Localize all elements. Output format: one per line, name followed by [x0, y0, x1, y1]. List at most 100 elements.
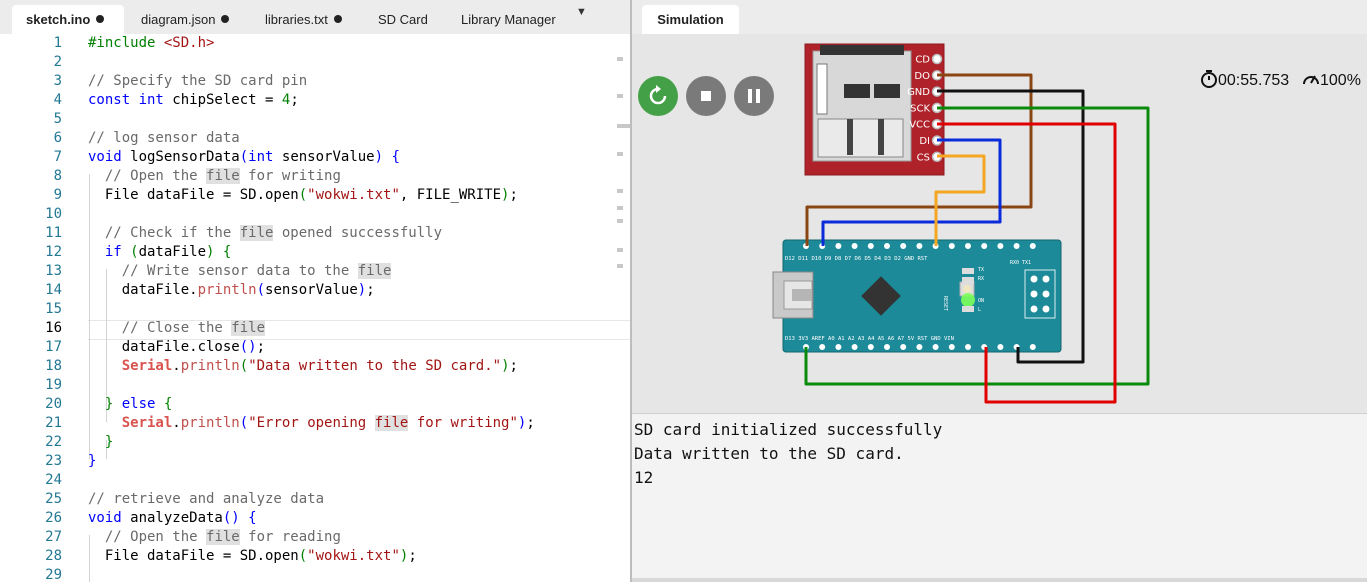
nano-bottom-pin[interactable] [835, 344, 842, 350]
tab-diagram-json[interactable]: diagram.json [141, 5, 241, 34]
nano-top-pin[interactable] [835, 243, 842, 249]
nano-bottom-pin[interactable] [916, 344, 923, 350]
sd-pin-label: GND [907, 87, 930, 98]
simulation-timer: 00:55.753 [1200, 70, 1289, 90]
stop-button[interactable] [686, 76, 726, 116]
serial-line: Data written to the SD card. [634, 444, 904, 463]
nano-led-label-tx: TX [978, 267, 984, 273]
overview-ruler-mark [617, 206, 623, 210]
code-line: 28 File dataFile = SD.open("wokwi.txt"); [0, 547, 630, 566]
nano-bottom-pin[interactable] [997, 344, 1004, 350]
line-number: 22 [45, 434, 62, 450]
nano-serial-pin-labels: RX0 TX1 [1010, 260, 1031, 266]
code-line: 3 // Specify the SD card pin [0, 72, 630, 91]
tab-label: diagram.json [141, 12, 216, 27]
tab-simulation[interactable]: Simulation [642, 5, 739, 34]
tab-libraries-txt[interactable]: libraries.txt [265, 5, 355, 34]
sd-pin-label: VCC [909, 120, 930, 131]
nano-top-pin[interactable] [948, 243, 955, 249]
nano-bottom-pin-labels: D13 3V3 AREF A0 A1 A2 A3 A4 A5 A6 A7 5V … [785, 336, 954, 342]
tab-sd-card[interactable]: SD Card [378, 5, 438, 34]
code-line: 24 [0, 471, 630, 490]
code-line: 2 [0, 53, 630, 72]
overview-ruler-mark [617, 219, 623, 223]
code-line: 12 if (dataFile) { [0, 243, 630, 262]
line-number: 24 [45, 472, 62, 488]
tab-sketch-ino[interactable]: sketch.ino [12, 5, 124, 34]
line-number: 29 [45, 567, 62, 582]
overview-ruler-mark [617, 264, 623, 268]
nano-bottom-pin[interactable] [948, 344, 955, 350]
line-number: 14 [45, 282, 62, 298]
line-number: 3 [53, 73, 62, 89]
nano-bottom-pin[interactable] [900, 344, 907, 350]
nano-top-pin[interactable] [981, 243, 988, 249]
line-number: 27 [45, 529, 62, 545]
line-text: // Check if the file opened successfully [88, 225, 443, 241]
line-text: } [88, 434, 114, 450]
stop-icon [701, 91, 711, 101]
sd-pin-hole[interactable] [931, 53, 943, 65]
code-line: 22 } [0, 433, 630, 452]
nano-bottom-header [803, 344, 1036, 350]
tab-dropdown-chevron-icon[interactable]: ▼ [576, 6, 587, 18]
nano-bottom-pin[interactable] [1029, 344, 1036, 350]
code-line: 10 [0, 205, 630, 224]
nano-top-pin[interactable] [965, 243, 971, 249]
code-line: 18 Serial.println("Data written to the S… [0, 357, 630, 376]
nano-top-pin[interactable] [1029, 243, 1036, 249]
overview-ruler-mark [617, 248, 623, 252]
line-text: void analyzeData() { [88, 510, 257, 526]
nano-top-pin[interactable] [900, 243, 907, 249]
nano-bottom-pin[interactable] [932, 344, 939, 350]
nano-led-label-on: ON [978, 298, 984, 304]
nano-bottom-pin[interactable] [965, 344, 971, 350]
line-text: } else { [88, 396, 173, 412]
nano-led-label-rx: RX [978, 276, 984, 282]
arduino-nano-board[interactable]: D12 D11 D10 D9 D8 D7 D6 D5 D4 D3 D2 GND … [772, 239, 1062, 353]
line-number: 11 [45, 225, 62, 241]
serial-line: SD card initialized successfully [634, 420, 943, 439]
line-text: if (dataFile) { [88, 244, 232, 260]
line-text: // Close the file [88, 320, 266, 336]
code-line: 15 [0, 300, 630, 319]
tab-label: Library Manager [461, 12, 556, 27]
pause-icon [748, 89, 760, 103]
code-line-current: 16 // Close the file [0, 319, 630, 338]
line-text: // Write sensor data to the file [88, 263, 392, 279]
overview-ruler-mark [617, 124, 630, 128]
nano-bottom-pin[interactable] [851, 344, 858, 350]
restart-button[interactable] [638, 76, 678, 116]
serial-monitor[interactable]: SD card initialized successfully Data wr… [632, 413, 1367, 582]
tab-library-manager[interactable]: Library Manager [461, 5, 571, 34]
code-line: 21 Serial.println("Error opening file fo… [0, 414, 630, 433]
line-number: 15 [45, 301, 62, 317]
unsaved-dot-icon [333, 15, 342, 23]
nano-top-header [803, 243, 1036, 249]
nano-bottom-pin[interactable] [884, 344, 890, 350]
nano-top-pin[interactable] [867, 243, 874, 249]
line-number: 25 [45, 491, 62, 507]
overview-ruler-mark [617, 189, 623, 193]
pause-button[interactable] [734, 76, 774, 116]
line-number: 21 [45, 415, 62, 431]
line-number: 7 [53, 149, 62, 165]
simulation-tab-bar: Simulation [632, 0, 1367, 34]
code-line: 20 } else { [0, 395, 630, 414]
tab-label: libraries.txt [265, 12, 328, 27]
nano-top-pin[interactable] [997, 243, 1004, 249]
code-area[interactable]: 1 #include <SD.h> 2 3 // Specify the SD ca… [0, 34, 630, 582]
nano-top-pin[interactable] [851, 243, 858, 249]
sd-card-module[interactable]: CD DO GND SCK VCC DI CS [804, 43, 945, 176]
nano-bottom-pin[interactable] [819, 344, 826, 350]
nano-top-pin[interactable] [1013, 243, 1020, 249]
simulation-canvas[interactable]: CD DO GND SCK VCC DI CS D12 D11 D10 D9 D8 [632, 34, 1367, 413]
timer-value: 00:55.753 [1218, 72, 1290, 89]
code-line: 17 dataFile.close(); [0, 338, 630, 357]
code-line: 25 // retrieve and analyze data [0, 490, 630, 509]
nano-top-pin[interactable] [884, 243, 890, 249]
nano-top-pin[interactable] [916, 243, 923, 249]
sd-pin-label: DI [919, 136, 930, 147]
nano-bottom-pin[interactable] [867, 344, 874, 350]
code-editor-pane: sketch.ino diagram.json libraries.txt SD… [0, 0, 630, 582]
